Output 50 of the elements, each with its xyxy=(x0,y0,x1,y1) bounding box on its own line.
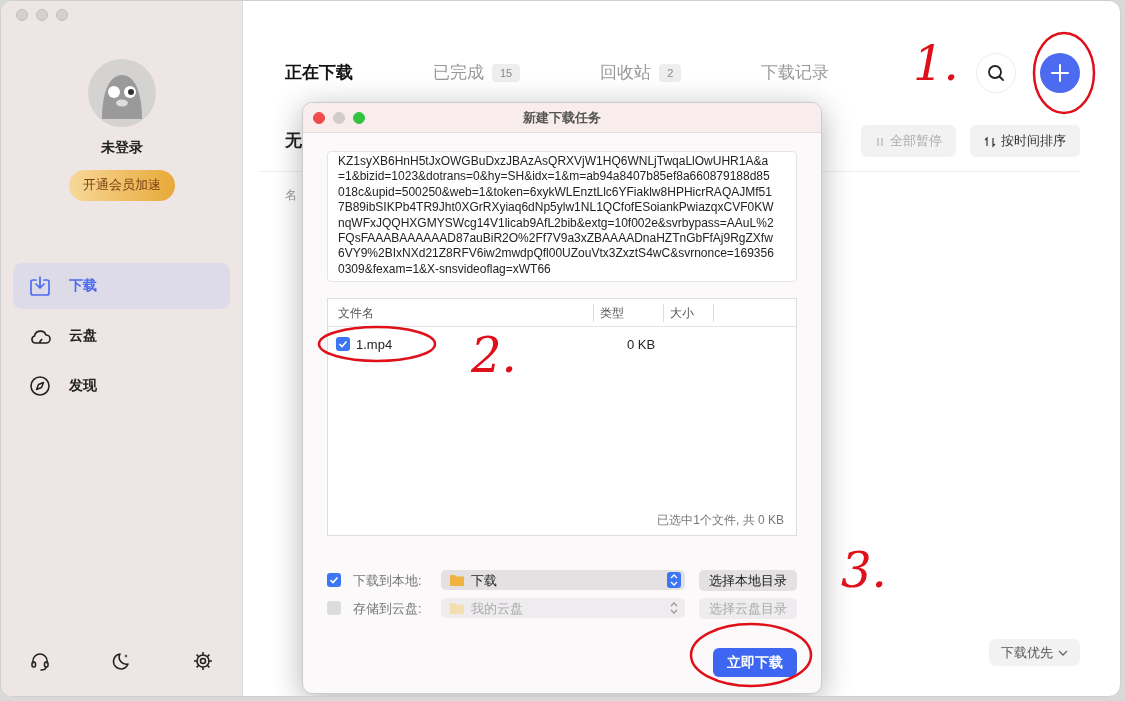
selection-summary: 已选中1个文件, 共 0 KB xyxy=(656,512,785,530)
download-icon xyxy=(29,274,51,297)
tab[interactable]: 正在下载 xyxy=(285,56,353,90)
choose-folder-button[interactable]: 选择本地目录 xyxy=(699,569,797,591)
folder-dropdown[interactable]: 下载 xyxy=(441,570,685,591)
search-button[interactable] xyxy=(976,53,1016,93)
vip-button[interactable]: 开通会员加速 xyxy=(68,170,175,201)
sort-icon xyxy=(984,135,996,148)
dialog-title: 新建下载任务 xyxy=(523,108,601,127)
plus-icon xyxy=(1050,63,1070,83)
download-now-button[interactable]: 立即下载 xyxy=(713,648,797,678)
destination-label: 下载到本地: xyxy=(353,571,423,590)
search-icon xyxy=(987,64,1005,82)
add-button[interactable] xyxy=(1040,53,1080,93)
url-field[interactable]: KZ1syXB6HnH5tJxOWGBuDxzJBAzAsQRXVjW1HQ6WNLjTwqaLlOwUHR1A&a =1&bizid=1023&dotrans=0&hy=SH&idx=1&m=ab94a8407b85ef8a660879188d85 018c&upid=500250&web=1&token=6xykWLEnztLlc6YFiaklw8HPHicrRAQAJMf51 7B89ibSIKPb4TR9Jht0XGrRXyiaq6dNp5ylw1NL1QCfofESoiankPwiazqxCVF0KW nqWFxJQQHXGMYSWcg14V1licab9AfL2bib&extg=10f002e&svrbypass=AAuL%2 FQsFAAABAAAAAAD87auBiR2O%2Ff7V9a3xZBAAAADnaHZTnGbFfAj9RgZXfw 6VY9%2BIxNXd21Z8RFV6iw2mwdpQfl00UZouVtx3ZxztS4wC&svrnonce=169356 0309&fexam=1&X-snsvideoflag=xWT66 xyxy=(327,151,797,283)
handwritten-note: 3. xyxy=(841,546,887,594)
list-heading: 无 xyxy=(285,130,302,152)
chevron-down-icon xyxy=(1058,649,1068,658)
tab[interactable]: 下载记录 xyxy=(761,56,830,90)
sidebar-item[interactable]: 云盘 xyxy=(13,312,230,359)
file-size: 0 KB xyxy=(627,335,656,354)
username: 未登录 xyxy=(100,138,143,157)
compass-icon xyxy=(29,374,51,397)
settings-icon[interactable] xyxy=(192,650,214,672)
window-control[interactable] xyxy=(313,111,325,124)
stepper-icon xyxy=(667,572,681,589)
window-control[interactable] xyxy=(353,111,365,124)
destination-label: 存储到云盘: xyxy=(353,599,423,618)
headset-icon[interactable] xyxy=(29,650,51,672)
count-badge: 15 xyxy=(492,63,521,83)
folder-icon xyxy=(449,573,465,588)
priority-dropdown[interactable]: 下载优先 xyxy=(989,638,1080,666)
pause-icon xyxy=(875,135,885,148)
column-header: 文件名 xyxy=(328,303,594,322)
sidebar-item[interactable]: 下载 xyxy=(13,262,230,309)
tab[interactable]: 已完成 15 xyxy=(433,56,521,90)
handwritten-note: 2. xyxy=(471,331,517,379)
handwritten-note: 1. xyxy=(913,39,959,87)
toolbar-button[interactable]: 按时间排序 xyxy=(970,125,1080,157)
sidebar-item[interactable]: 发现 xyxy=(13,362,230,409)
column-header: 名 xyxy=(285,186,297,204)
count-badge: 2 xyxy=(659,63,682,83)
tab[interactable]: 回收站 2 xyxy=(600,56,682,90)
column-header: 类型 xyxy=(594,303,664,322)
checkbox[interactable] xyxy=(327,573,341,588)
column-header: 大小 xyxy=(664,303,714,322)
checkbox[interactable] xyxy=(336,337,350,352)
folder-icon xyxy=(449,601,465,616)
checkmark-icon xyxy=(338,339,348,350)
checkmark-icon xyxy=(329,575,339,586)
